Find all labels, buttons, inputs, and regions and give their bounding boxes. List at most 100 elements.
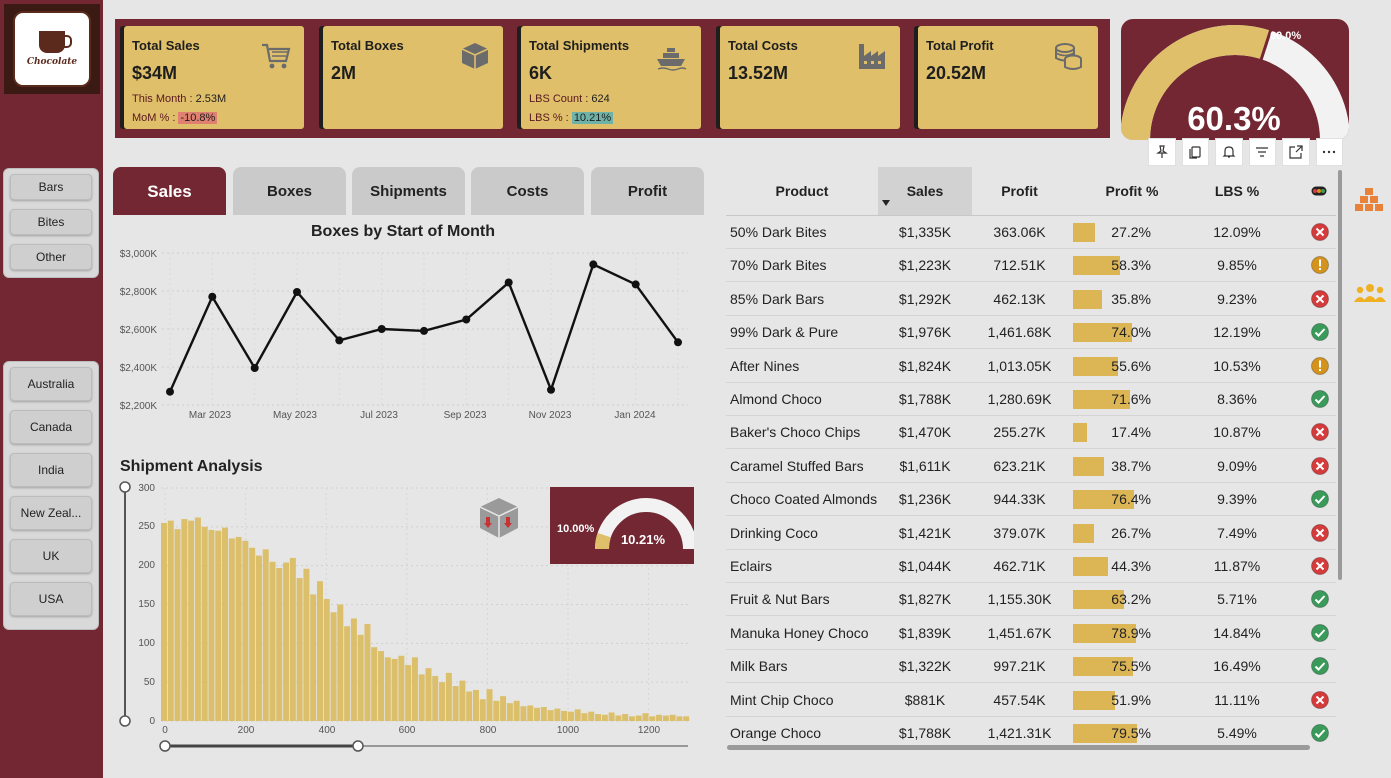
table-row[interactable]: Caramel Stuffed Bars $1,611K 623.21K 38.7% 9… <box>726 450 1336 483</box>
histogram-bar[interactable] <box>581 713 588 721</box>
histogram-bar[interactable] <box>303 568 310 721</box>
slicer-item-new-zealand[interactable]: New Zeal... <box>10 496 92 530</box>
data-point[interactable] <box>631 280 640 289</box>
histogram-bar[interactable] <box>249 547 256 721</box>
histogram-bar[interactable] <box>439 682 446 721</box>
histogram-bar[interactable] <box>222 527 229 721</box>
data-point[interactable] <box>250 364 259 372</box>
tab-shipments[interactable]: Shipments <box>352 167 465 215</box>
histogram-bar[interactable] <box>174 529 181 721</box>
histogram-bar[interactable] <box>608 712 615 721</box>
kpi-card-total-sales[interactable]: Total Sales $34M This Month : 2.53M MoM … <box>124 26 304 129</box>
data-point[interactable] <box>674 338 682 347</box>
slicer-item-australia[interactable]: Australia <box>10 367 92 401</box>
histogram-bar[interactable] <box>493 700 500 721</box>
vertical-slider-handle-bottom[interactable] <box>119 715 131 727</box>
focus-mode-icon[interactable] <box>1282 138 1310 166</box>
histogram-bar[interactable] <box>479 699 486 721</box>
data-point[interactable] <box>166 387 174 396</box>
histogram-bar[interactable] <box>683 716 690 721</box>
histogram-bar[interactable] <box>276 568 283 721</box>
data-point[interactable] <box>462 315 471 324</box>
histogram-bar[interactable] <box>622 714 629 721</box>
histogram-bar[interactable] <box>364 623 371 721</box>
histogram-bar[interactable] <box>669 714 676 721</box>
column-header-sales[interactable]: Sales <box>878 167 972 215</box>
histogram-bar[interactable] <box>534 707 540 721</box>
slicer-item-bars[interactable]: Bars <box>10 174 92 200</box>
table-row[interactable]: Eclairs $1,044K 462.71K 44.3% 11.87% <box>726 550 1336 583</box>
stacked-boxes-icon[interactable] <box>1355 187 1383 213</box>
histogram-bar[interactable] <box>656 714 663 721</box>
table-row[interactable]: After Nines $1,824K 1,013.05K 55.6% 10.53% <box>726 350 1336 383</box>
histogram-bar[interactable] <box>554 708 561 721</box>
table-row[interactable]: Mint Chip Choco $881K 457.54K 51.9% 11.11% <box>726 684 1336 717</box>
histogram-bar[interactable] <box>283 562 290 721</box>
line-chart[interactable]: $3,000K $2,800K $2,600K $2,400K $2,200K … <box>113 243 703 428</box>
histogram-bar[interactable] <box>215 530 222 721</box>
histogram-bar[interactable] <box>330 612 337 721</box>
histogram-bar[interactable] <box>561 710 568 721</box>
copy-icon[interactable] <box>1181 138 1209 166</box>
histogram-bar[interactable] <box>378 651 385 721</box>
column-header-profit-pct[interactable]: Profit % <box>1071 167 1193 215</box>
kpi-card-total-profit[interactable]: Total Profit 20.52M <box>918 26 1098 129</box>
table-row[interactable]: Baker's Choco Chips $1,470K 255.27K 17.4% 10… <box>726 416 1336 450</box>
column-header-product[interactable]: Product <box>726 167 878 215</box>
histogram-bar[interactable] <box>242 540 249 721</box>
histogram-bar[interactable] <box>432 675 439 721</box>
table-row[interactable]: Fruit & Nut Bars $1,827K 1,155.30K 63.2% 5.7… <box>726 583 1336 617</box>
slicer-item-usa[interactable]: USA <box>10 582 92 616</box>
histogram-bar[interactable] <box>167 520 174 721</box>
histogram-bar[interactable] <box>418 674 425 721</box>
slicer-item-bites[interactable]: Bites <box>10 209 92 235</box>
column-header-lbs-pct[interactable]: LBS % <box>1193 167 1281 215</box>
histogram-bar[interactable] <box>411 657 418 721</box>
histogram-bar[interactable] <box>635 715 642 721</box>
table-row[interactable]: 85% Dark Bars $1,292K 462.13K 35.8% 9.23% <box>726 283 1336 316</box>
tab-sales[interactable]: Sales <box>113 167 226 215</box>
pin-icon[interactable] <box>1148 138 1176 166</box>
slicer-item-india[interactable]: India <box>10 453 92 487</box>
histogram-bar[interactable] <box>371 647 378 721</box>
histogram-bar[interactable] <box>642 713 649 721</box>
bell-icon[interactable] <box>1215 138 1243 166</box>
table-row[interactable]: 99% Dark & Pure $1,976K 1,461.68K 74.0% 12.1… <box>726 316 1336 350</box>
data-point[interactable] <box>589 260 598 269</box>
histogram-bar[interactable] <box>506 703 513 721</box>
profit-margin-gauge[interactable]: 60.3% 60.0% <box>1121 19 1349 140</box>
kpi-card-total-costs[interactable]: Total Costs 13.52M <box>720 26 900 129</box>
histogram-bar[interactable] <box>425 668 432 721</box>
vertical-slider-handle-top[interactable] <box>119 481 131 493</box>
table-row[interactable]: 50% Dark Bites $1,335K 363.06K 27.2% 12.09% <box>726 216 1336 249</box>
histogram-bar[interactable] <box>337 604 344 722</box>
table-horizontal-scrollbar[interactable] <box>727 745 1310 750</box>
histogram-bar[interactable] <box>649 716 656 721</box>
data-point[interactable] <box>504 278 513 287</box>
histogram-bar[interactable] <box>262 549 269 721</box>
histogram-bar[interactable] <box>676 716 683 721</box>
histogram-bar[interactable] <box>540 707 547 721</box>
table-row[interactable]: Manuka Honey Choco $1,839K 1,451.67K 78.9% 1… <box>726 617 1336 650</box>
tab-profit[interactable]: Profit <box>591 167 704 215</box>
histogram-bar[interactable] <box>235 536 242 721</box>
histogram-bar[interactable] <box>357 634 364 721</box>
tab-costs[interactable]: Costs <box>471 167 584 215</box>
histogram-bar[interactable] <box>588 711 595 721</box>
sort-desc-icon[interactable] <box>881 199 891 207</box>
histogram-bar[interactable] <box>445 672 452 721</box>
people-group-icon[interactable] <box>1354 283 1386 303</box>
histogram-bar[interactable] <box>194 517 201 721</box>
histogram-bar[interactable] <box>316 581 323 721</box>
histogram-bar[interactable] <box>486 689 493 721</box>
slicer-item-uk[interactable]: UK <box>10 539 92 573</box>
table-row[interactable]: Choco Coated Almonds $1,236K 944.33K 76.4% 9… <box>726 483 1336 517</box>
histogram-bar[interactable] <box>466 691 473 721</box>
kpi-card-total-boxes[interactable]: Total Boxes 2M <box>323 26 503 129</box>
histogram-bar[interactable] <box>296 578 303 721</box>
table-row[interactable]: Orange Choco $1,788K 1,421.31K 79.5% 5.49% <box>726 717 1336 745</box>
tab-boxes[interactable]: Boxes <box>233 167 346 215</box>
histogram-bar[interactable] <box>662 715 669 721</box>
table-row[interactable]: Almond Choco $1,788K 1,280.69K 71.6% 8.36% <box>726 383 1336 416</box>
histogram-bar[interactable] <box>472 689 479 721</box>
